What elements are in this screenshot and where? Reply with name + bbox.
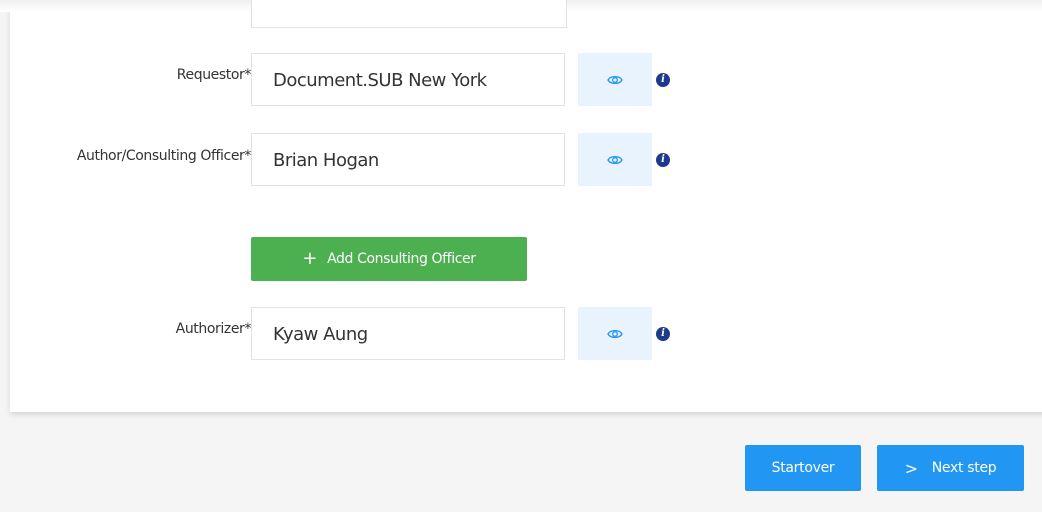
authorizer-label: Authorizer* xyxy=(175,321,252,337)
requestor-label: Requestor* xyxy=(176,67,252,83)
author-label: Author/Consulting Officer* xyxy=(76,148,252,164)
author-view-button[interactable] xyxy=(578,133,652,186)
next-step-label: Next step xyxy=(931,460,997,476)
page: Requestor* Document.SUB New York i Autho… xyxy=(0,0,1042,512)
requestor-view-button[interactable] xyxy=(578,53,652,106)
previous-field[interactable] xyxy=(251,0,567,28)
author-info-icon[interactable]: i xyxy=(656,153,670,167)
add-consulting-officer-label: Add Consulting Officer xyxy=(327,251,476,267)
startover-button[interactable]: Startover xyxy=(745,445,861,491)
add-consulting-officer-button[interactable]: + Add Consulting Officer xyxy=(251,237,527,281)
authorizer-field[interactable]: Kyaw Aung xyxy=(251,307,565,360)
requestor-field[interactable]: Document.SUB New York xyxy=(251,53,565,106)
eye-icon xyxy=(607,329,623,338)
requestor-info-icon[interactable]: i xyxy=(656,73,670,87)
next-step-button[interactable]: > Next step xyxy=(877,445,1024,491)
plus-icon: + xyxy=(302,248,318,269)
startover-label: Startover xyxy=(771,460,835,476)
authorizer-view-button[interactable] xyxy=(578,307,652,360)
chevron-right-icon: > xyxy=(904,458,918,478)
eye-icon xyxy=(607,75,623,84)
authorizer-info-icon[interactable]: i xyxy=(656,327,670,341)
eye-icon xyxy=(607,155,623,164)
author-field[interactable]: Brian Hogan xyxy=(251,133,565,186)
